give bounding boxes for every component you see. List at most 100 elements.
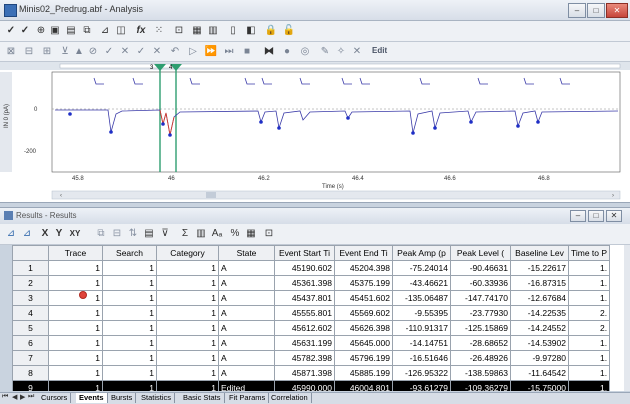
table-cell[interactable]: 45361.398 xyxy=(274,275,335,291)
table-cell[interactable]: -147.74170 xyxy=(450,290,511,306)
table-cell[interactable]: 1 xyxy=(102,380,157,391)
clear-icon[interactable]: ⊘ xyxy=(86,45,100,59)
tab-nav-prev-icon[interactable]: ◀ xyxy=(12,393,17,401)
tab-nav-last-icon[interactable]: ⏭ xyxy=(28,393,34,401)
table-cell[interactable]: 1 xyxy=(156,260,219,276)
table-cell[interactable]: 1 xyxy=(102,305,157,321)
event-marker-icon[interactable]: ▲ xyxy=(72,45,86,59)
table-row[interactable]: 2 1 1 1 A 45361.398 45375.199 -43.46621 -60.3393… xyxy=(12,275,611,291)
table-cell[interactable]: -9.97280 xyxy=(510,350,569,366)
table-cell[interactable]: 1. xyxy=(567,260,611,276)
histogram-icon[interactable]: ▥ xyxy=(194,227,208,241)
function-icon[interactable]: fx xyxy=(134,24,148,38)
table-cell[interactable]: 45190.602 xyxy=(274,260,335,276)
table-cell[interactable]: -9.55395 xyxy=(392,305,451,321)
lock-icon[interactable]: 🔒 xyxy=(264,24,278,38)
table-cell[interactable]: -14.24552 xyxy=(510,320,569,336)
table-cell[interactable]: 1 xyxy=(48,320,103,336)
table-icon[interactable]: ▥ xyxy=(206,24,220,38)
results-maximize-button[interactable]: □ xyxy=(588,210,604,222)
column-header[interactable]: Trace xyxy=(48,245,103,261)
table-cell[interactable]: -110.91317 xyxy=(392,320,451,336)
search-template-icon[interactable]: ⊟ xyxy=(22,45,36,59)
tab-events[interactable]: Events xyxy=(76,393,108,403)
column-header[interactable] xyxy=(12,245,49,261)
histogram-icon[interactable]: ▯ xyxy=(226,24,240,38)
table-cell[interactable]: 45871.398 xyxy=(274,365,335,381)
table-cell[interactable]: -16.87315 xyxy=(510,275,569,291)
maximize-button[interactable]: □ xyxy=(587,3,605,18)
table-cell[interactable]: A xyxy=(218,260,275,276)
table-cell[interactable]: 2. xyxy=(567,320,611,336)
table-cell[interactable]: 1 xyxy=(102,290,157,306)
table-cell[interactable]: -12.67684 xyxy=(510,290,569,306)
copy-icon[interactable]: ⧉ xyxy=(94,227,108,241)
scroll-right-icon[interactable]: › xyxy=(612,193,614,199)
accept-all-icon[interactable]: ✓ xyxy=(134,45,148,59)
tab-basic-stats[interactable]: Basic Stats xyxy=(180,393,225,403)
target-icon[interactable]: ◎ xyxy=(298,45,312,59)
zoom-region-icon[interactable]: ▣ xyxy=(48,24,62,38)
table-cell[interactable]: 1 xyxy=(156,350,219,366)
table-cell[interactable]: -26.48926 xyxy=(450,350,511,366)
event-template-icon[interactable]: ⊠ xyxy=(4,45,18,59)
table-cell[interactable]: 1 xyxy=(102,320,157,336)
table-cell[interactable]: 1 xyxy=(48,335,103,351)
fast-forward-icon[interactable]: ⏩ xyxy=(204,45,218,59)
row-number[interactable]: 8 xyxy=(12,365,49,381)
table-cell[interactable]: 1 xyxy=(156,365,219,381)
add-event-icon[interactable]: ⊻ xyxy=(58,45,72,59)
bowtie-icon[interactable]: ⧓ xyxy=(262,45,276,59)
table-cell[interactable]: A xyxy=(218,350,275,366)
table-cell[interactable]: -109.36279 xyxy=(450,380,511,391)
table-row[interactable]: 8 1 1 1 A 45871.398 45885.199 -126.95322 -138.59… xyxy=(12,365,611,381)
row-number[interactable]: 2 xyxy=(12,275,49,291)
table-row[interactable]: 9 1 1 1 Edited 45990.000 46004.801 -93.61279 -10… xyxy=(12,380,611,391)
table-row[interactable]: 7 1 1 1 A 45782.398 45796.199 -16.51646 -26.4892… xyxy=(12,350,611,366)
xy-column-icon[interactable]: XY xyxy=(68,227,82,241)
column-header[interactable]: Event Start Ti xyxy=(274,245,335,261)
column-header[interactable]: Event End Ti xyxy=(334,245,393,261)
table-cell[interactable]: -16.51646 xyxy=(392,350,451,366)
table-cell[interactable]: 1. xyxy=(567,275,611,291)
results-grid[interactable]: Trace Search Category State Event Start … xyxy=(12,245,624,391)
row-number[interactable]: 9 xyxy=(12,380,49,391)
table-cell[interactable]: 1 xyxy=(48,290,103,306)
table-cell[interactable]: 45885.199 xyxy=(334,365,393,381)
table-cell[interactable]: 45451.602 xyxy=(334,290,393,306)
statistics-icon[interactable]: ▦ xyxy=(190,24,204,38)
table-cell[interactable]: A xyxy=(218,275,275,291)
x-column-icon[interactable]: X xyxy=(38,227,52,241)
sum-icon[interactable]: Σ xyxy=(178,227,192,241)
wand-icon[interactable]: ✧ xyxy=(334,45,348,59)
table-cell[interactable]: 1 xyxy=(48,380,103,391)
baseline-icon[interactable]: ⊿ xyxy=(98,24,112,38)
row-number[interactable]: 4 xyxy=(12,305,49,321)
results-minimize-button[interactable]: – xyxy=(570,210,586,222)
column-header[interactable]: Peak Level ( xyxy=(450,245,511,261)
table-cell[interactable]: -43.46621 xyxy=(392,275,451,291)
unlock-icon[interactable]: 🔓 xyxy=(282,24,296,38)
tab-statistics[interactable]: Statistics xyxy=(138,393,176,403)
table-cell[interactable]: -11.64542 xyxy=(510,365,569,381)
table-cell[interactable]: -135.06487 xyxy=(392,290,451,306)
text-format-icon[interactable]: Aₐ xyxy=(210,227,224,241)
table-cell[interactable]: A xyxy=(218,365,275,381)
row-number[interactable]: 7 xyxy=(12,350,49,366)
filter-icon[interactable]: ⊽ xyxy=(158,227,172,241)
column-header[interactable]: Baseline Lev xyxy=(510,245,569,261)
paste-icon[interactable]: ⊟ xyxy=(110,227,124,241)
pencil-icon[interactable]: ✎ xyxy=(318,45,332,59)
table-cell[interactable]: 1 xyxy=(102,275,157,291)
sort-icon[interactable]: ⇅ xyxy=(126,227,140,241)
table-cell[interactable]: 45375.199 xyxy=(334,275,393,291)
table-cell[interactable]: -125.15869 xyxy=(450,320,511,336)
table-row[interactable]: 4 1 1 1 A 45555.801 45569.602 -9.55395 -23.77930… xyxy=(12,305,611,321)
tab-bursts[interactable]: Bursts xyxy=(108,393,137,403)
table-cell[interactable]: 1 xyxy=(156,320,219,336)
column-header[interactable]: Category xyxy=(156,245,219,261)
reject-all-icon[interactable]: ✕ xyxy=(150,45,164,59)
table-cell[interactable]: 45612.602 xyxy=(274,320,335,336)
table-cell[interactable]: 1. xyxy=(567,335,611,351)
table-cell[interactable]: 1 xyxy=(48,350,103,366)
